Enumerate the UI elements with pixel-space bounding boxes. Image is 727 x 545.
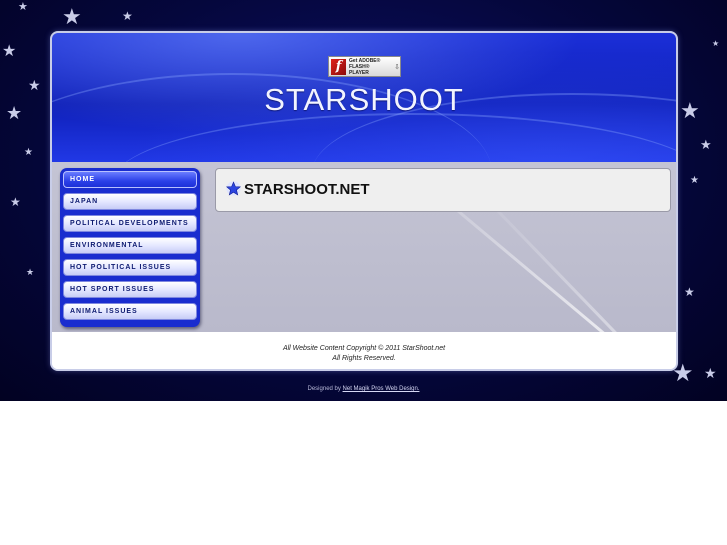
get-flash-player-button[interactable]: f Get ADOBE® FLASH® PLAYER ⇩ (328, 56, 401, 77)
nav-item-animal-issues[interactable]: ANIMAL ISSUES (63, 303, 197, 320)
nav-item-hot-political-issues[interactable]: HOT POLITICAL ISSUES (63, 259, 197, 276)
decorative-star-icon: ★ (712, 39, 720, 48)
decorative-star-icon: ★ (26, 267, 35, 277)
decorative-star-icon: ★ (24, 147, 33, 158)
nav-item-political-developments[interactable]: POLITICAL DEVELOPMENTS (63, 215, 197, 232)
decorative-star-icon: ★ (122, 9, 133, 23)
nav-item-japan[interactable]: JAPAN (63, 193, 197, 210)
flash-badge-text: Get ADOBE® FLASH® PLAYER (349, 58, 388, 76)
flash-badge-line2: FLASH® PLAYER (349, 63, 370, 76)
copyright-text: All Website Content Copyright © 2011 Sta… (52, 344, 676, 364)
decorative-star-icon: ★ (2, 43, 17, 60)
decorative-star-icon: ★ (700, 137, 712, 152)
decorative-star-icon: ★ (680, 98, 700, 123)
site-footer: All Website Content Copyright © 2011 Sta… (52, 332, 676, 369)
decorative-star-icon: ★ (704, 365, 717, 381)
content-panel: STARSHOOT.NET (215, 168, 671, 212)
star-icon (226, 181, 241, 196)
flash-logo-icon: f (331, 58, 347, 75)
decorative-star-icon: ★ (6, 103, 23, 123)
decorative-star-icon: ★ (690, 175, 699, 186)
nav-item-home[interactable]: HOME (63, 171, 197, 188)
site-title: STARSHOOT (264, 82, 464, 117)
copyright-line2: All Rights Reserved. (332, 355, 396, 362)
decorative-star-icon: ★ (10, 195, 21, 209)
designed-by-credit: Designed by Net Magik Pros Web Design. (0, 386, 727, 392)
designer-link[interactable]: Net Magik Pros Web Design. (343, 386, 420, 392)
copyright-line1: All Website Content Copyright © 2011 Sta… (282, 345, 446, 352)
site-header: f Get ADOBE® FLASH® PLAYER ⇩ STARSHOOT (52, 33, 676, 162)
sidebar-nav: HOME JAPAN POLITICAL DEVELOPMENTS ENVIRO… (60, 168, 200, 327)
nav-item-hot-sport-issues[interactable]: HOT SPORT ISSUES (63, 281, 197, 298)
decorative-star-icon: ★ (18, 1, 28, 13)
download-arrow-icon: ⇩ (394, 63, 400, 71)
designed-by-prefix: Designed by (307, 386, 341, 392)
decorative-star-icon: ★ (684, 285, 695, 299)
main-area: HOME JAPAN POLITICAL DEVELOPMENTS ENVIRO… (52, 162, 676, 345)
site-container: f Get ADOBE® FLASH® PLAYER ⇩ STARSHOOT H… (50, 31, 678, 371)
decorative-star-icon: ★ (62, 4, 82, 29)
content-heading: STARSHOOT.NET (244, 181, 370, 198)
nav-item-environmental[interactable]: ENVIRONMENTAL (63, 237, 197, 254)
decorative-star-icon: ★ (28, 77, 41, 93)
